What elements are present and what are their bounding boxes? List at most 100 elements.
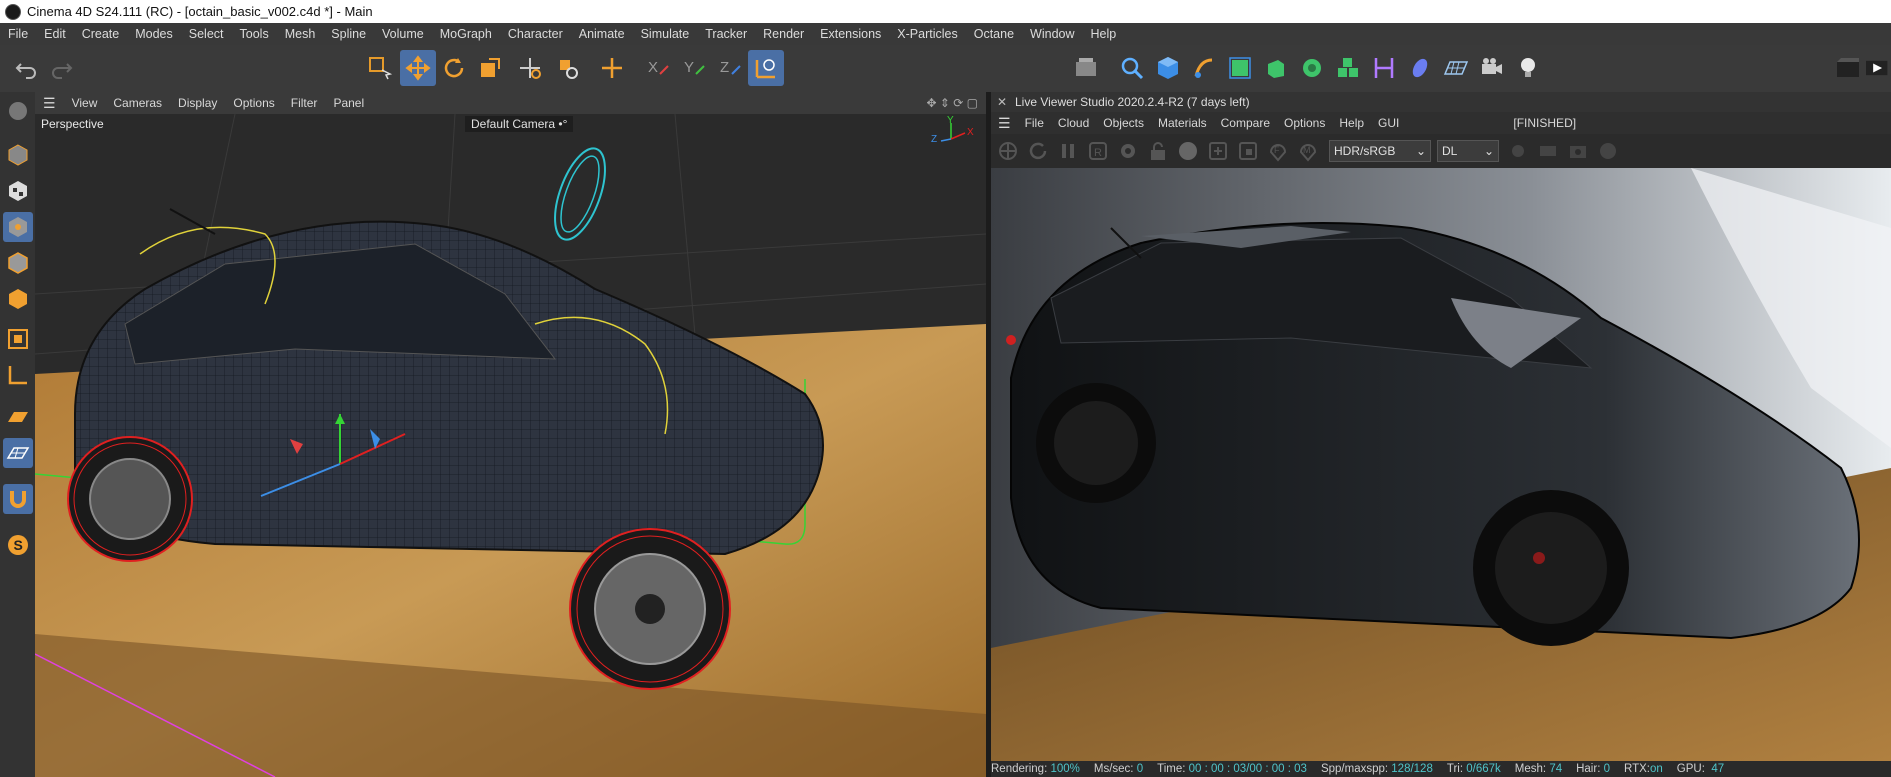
color-space-select[interactable]: HDR/sRGB ⌄ bbox=[1329, 140, 1431, 162]
symmetry-icon[interactable] bbox=[1366, 50, 1402, 86]
live-viewer-render[interactable] bbox=[991, 168, 1891, 761]
points-mode-icon[interactable] bbox=[3, 212, 33, 242]
camera-icon[interactable] bbox=[1474, 50, 1510, 86]
menu-animate[interactable]: Animate bbox=[571, 27, 633, 41]
lv-hamburger-icon[interactable]: ☰ bbox=[991, 115, 1018, 132]
film-region-icon[interactable] bbox=[1237, 140, 1259, 162]
viewport-camera-label[interactable]: Default Camera •° bbox=[465, 116, 574, 132]
menu-edit[interactable]: Edit bbox=[36, 27, 74, 41]
menu-character[interactable]: Character bbox=[500, 27, 571, 41]
redo-icon[interactable] bbox=[44, 50, 80, 86]
material-ball-icon[interactable] bbox=[1177, 140, 1199, 162]
menu-octane[interactable]: Octane bbox=[966, 27, 1022, 41]
viewport-menu-display[interactable]: Display bbox=[170, 96, 225, 110]
pause-icon[interactable] bbox=[1057, 140, 1079, 162]
menu-spline[interactable]: Spline bbox=[323, 27, 374, 41]
place-icon[interactable] bbox=[550, 50, 586, 86]
render-sphere-icon[interactable] bbox=[1597, 140, 1619, 162]
workplane-icon[interactable] bbox=[3, 402, 33, 432]
viewport-menu-options[interactable]: Options bbox=[225, 96, 282, 110]
lv-menu-options[interactable]: Options bbox=[1277, 116, 1332, 130]
save-image-icon[interactable] bbox=[1567, 140, 1589, 162]
snap-icon[interactable] bbox=[3, 484, 33, 514]
restart-render-icon[interactable] bbox=[1027, 140, 1049, 162]
spline-pen-icon[interactable] bbox=[1114, 50, 1150, 86]
clay-mode-icon[interactable] bbox=[1537, 140, 1559, 162]
scale-icon[interactable] bbox=[472, 50, 508, 86]
lock-x-icon[interactable]: X bbox=[640, 50, 676, 86]
menu-mograph[interactable]: MoGraph bbox=[432, 27, 500, 41]
light-icon[interactable] bbox=[1510, 50, 1546, 86]
rotate-icon[interactable] bbox=[436, 50, 472, 86]
kernel-select[interactable]: DL ⌄ bbox=[1437, 140, 1499, 162]
close-icon[interactable]: ✕ bbox=[997, 95, 1007, 109]
focus-picker-icon[interactable]: F bbox=[1267, 140, 1289, 162]
paint-icon[interactable] bbox=[1186, 50, 1222, 86]
live-selection-icon[interactable] bbox=[362, 50, 398, 86]
send-scene-icon[interactable] bbox=[997, 140, 1019, 162]
polygons-mode-icon[interactable] bbox=[3, 284, 33, 314]
axis-icon[interactable] bbox=[594, 50, 630, 86]
settings-gear-icon[interactable] bbox=[1117, 140, 1139, 162]
channel-icon[interactable] bbox=[1507, 140, 1529, 162]
menu-render[interactable]: Render bbox=[755, 27, 812, 41]
chevron-down-icon: ⌄ bbox=[1415, 144, 1426, 158]
field-icon[interactable] bbox=[1402, 50, 1438, 86]
coordinate-system-icon[interactable] bbox=[748, 50, 784, 86]
lv-menu-file[interactable]: File bbox=[1018, 116, 1051, 130]
menu-help[interactable]: Help bbox=[1083, 27, 1125, 41]
lock-z-icon[interactable]: Z bbox=[712, 50, 748, 86]
menu-simulate[interactable]: Simulate bbox=[633, 27, 698, 41]
menu-select[interactable]: Select bbox=[181, 27, 232, 41]
uv-mode-icon[interactable] bbox=[3, 324, 33, 354]
menu-create[interactable]: Create bbox=[74, 27, 128, 41]
menu-tools[interactable]: Tools bbox=[232, 27, 277, 41]
mograph-icon[interactable] bbox=[1294, 50, 1330, 86]
menu-mesh[interactable]: Mesh bbox=[277, 27, 324, 41]
menu-extensions[interactable]: Extensions bbox=[812, 27, 889, 41]
move-icon[interactable] bbox=[400, 50, 436, 86]
transform-icon[interactable] bbox=[512, 50, 548, 86]
viewport-hamburger-icon[interactable]: ☰ bbox=[35, 95, 64, 112]
menu-file[interactable]: File bbox=[0, 27, 36, 41]
axis-mode-icon[interactable] bbox=[3, 360, 33, 390]
lock-icon[interactable] bbox=[1147, 140, 1169, 162]
svg-text:S: S bbox=[14, 537, 23, 553]
add-region-icon[interactable] bbox=[1207, 140, 1229, 162]
snap-grid-icon[interactable] bbox=[3, 438, 33, 468]
extrude-icon[interactable] bbox=[1258, 50, 1294, 86]
menu-volume[interactable]: Volume bbox=[374, 27, 432, 41]
viewport-menu-view[interactable]: View bbox=[64, 96, 106, 110]
floor-icon[interactable] bbox=[1438, 50, 1474, 86]
cube-icon[interactable] bbox=[1150, 50, 1186, 86]
lv-menu-compare[interactable]: Compare bbox=[1214, 116, 1277, 130]
lv-menu-materials[interactable]: Materials bbox=[1151, 116, 1214, 130]
viewport-menu-filter[interactable]: Filter bbox=[283, 96, 326, 110]
render-settings-icon[interactable] bbox=[1830, 50, 1866, 86]
viewport-nav-icons[interactable]: ✥ ⇕ ⟳ ▢ bbox=[918, 96, 986, 110]
solo-icon[interactable]: S bbox=[3, 530, 33, 560]
menu-x-particles[interactable]: X-Particles bbox=[889, 27, 965, 41]
undo-icon[interactable] bbox=[8, 50, 44, 86]
texture-mode-icon[interactable] bbox=[3, 176, 33, 206]
lock-y-icon[interactable]: Y bbox=[676, 50, 712, 86]
edges-mode-icon[interactable] bbox=[3, 248, 33, 278]
viewport-menu-panel[interactable]: Panel bbox=[325, 96, 372, 110]
render-play-icon[interactable] bbox=[1866, 50, 1891, 86]
viewport-menu-cameras[interactable]: Cameras bbox=[105, 96, 170, 110]
make-editable-icon[interactable] bbox=[3, 96, 33, 126]
cloner-icon[interactable] bbox=[1330, 50, 1366, 86]
material-picker-icon[interactable]: M bbox=[1297, 140, 1319, 162]
render-region-icon[interactable] bbox=[1068, 50, 1104, 86]
menu-window[interactable]: Window bbox=[1022, 27, 1082, 41]
lv-menu-help[interactable]: Help bbox=[1332, 116, 1371, 130]
lv-menu-gui[interactable]: GUI bbox=[1371, 116, 1406, 130]
perspective-viewport[interactable]: Perspective Default Camera •° Y X Z bbox=[35, 114, 986, 777]
lv-menu-cloud[interactable]: Cloud bbox=[1051, 116, 1096, 130]
lv-menu-objects[interactable]: Objects bbox=[1096, 116, 1151, 130]
menu-tracker[interactable]: Tracker bbox=[697, 27, 755, 41]
menu-modes[interactable]: Modes bbox=[127, 27, 181, 41]
model-mode-icon[interactable] bbox=[3, 140, 33, 170]
region-render-icon[interactable]: R bbox=[1087, 140, 1109, 162]
subdivision-icon[interactable] bbox=[1222, 50, 1258, 86]
